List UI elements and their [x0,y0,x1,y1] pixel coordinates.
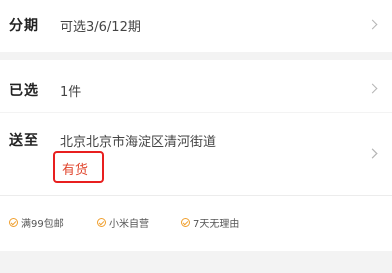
check-circle-icon [9,218,18,227]
divider [0,195,392,196]
ship-to-address: 北京北京市海淀区清河街道 [60,135,217,150]
check-circle-icon [181,218,190,227]
chevron-right-icon [367,83,378,94]
service-item-free-shipping: 满99包邮 [9,215,64,230]
chevron-right-icon [367,19,378,30]
installment-value: 可选3/6/12期 [60,20,141,35]
installment-label: 分期 [9,18,39,34]
service-label: 满99包邮 [21,219,64,230]
installment-row[interactable]: 分期 可选3/6/12期 [0,0,392,52]
stock-status-highlight: 有货 [53,151,104,183]
service-label: 7天无理由 [193,219,240,230]
service-item-7-day-return: 7天无理由 [181,215,239,230]
check-circle-icon [97,218,106,227]
selected-value: 1件 [60,85,82,100]
service-item-xiaomi-self-operated: 小米自营 [97,215,149,230]
selected-label: 已选 [9,83,39,99]
stock-status: 有货 [62,163,89,178]
chevron-right-icon [367,148,378,159]
ship-to-label: 送至 [9,133,39,149]
service-label: 小米自营 [109,219,149,230]
ship-to-section: 送至 北京北京市海淀区清河街道 有货 满99包邮 小米自营 7天无理由 [0,113,392,251]
selected-row[interactable]: 已选 1件 [0,60,392,112]
